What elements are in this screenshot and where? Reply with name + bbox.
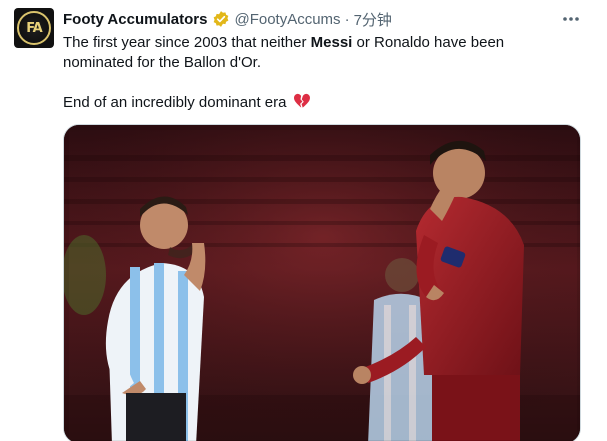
more-options-icon[interactable] xyxy=(559,7,583,31)
avatar-logo-text: FA xyxy=(26,20,42,36)
tweet-timestamp[interactable]: 7分钟 xyxy=(354,9,392,30)
author-display-name[interactable]: Footy Accumulators xyxy=(63,11,207,28)
tweet-text: The first year since 2003 that neither M… xyxy=(63,33,583,113)
avatar-logo: FA xyxy=(17,11,51,45)
tweet-highlight-messi: Messi xyxy=(310,34,353,51)
tweet-line-1-start: The first year since 2003 that neither xyxy=(63,34,311,51)
tweet-header: Footy Accumulators @FootyAccums · 7分钟 xyxy=(63,9,593,29)
tweet-line-3-text: End of an incredibly dominant era xyxy=(63,94,287,111)
verified-badge-icon xyxy=(214,11,229,27)
photo-scene xyxy=(64,125,580,441)
broken-heart-icon xyxy=(293,93,310,108)
separator-dot: · xyxy=(344,10,350,28)
tweet-photo[interactable] xyxy=(63,124,581,441)
tweet-line-2: nominated for the Ballon d'Or. xyxy=(63,54,261,71)
author-handle[interactable]: @FootyAccums xyxy=(234,11,340,28)
author-avatar[interactable]: FA xyxy=(14,8,54,48)
blurred-background-figure xyxy=(64,235,106,315)
more-dots-glyph xyxy=(563,17,579,21)
tweet-line-1: The first year since 2003 that neither M… xyxy=(63,33,583,53)
tweet-card[interactable]: FA Footy Accumulators @FootyAccums · 7分钟… xyxy=(0,0,607,441)
tweet-line-1-end: or Ronaldo have been xyxy=(352,34,505,51)
tweet-line-3: End of an incredibly dominant era xyxy=(63,93,583,113)
